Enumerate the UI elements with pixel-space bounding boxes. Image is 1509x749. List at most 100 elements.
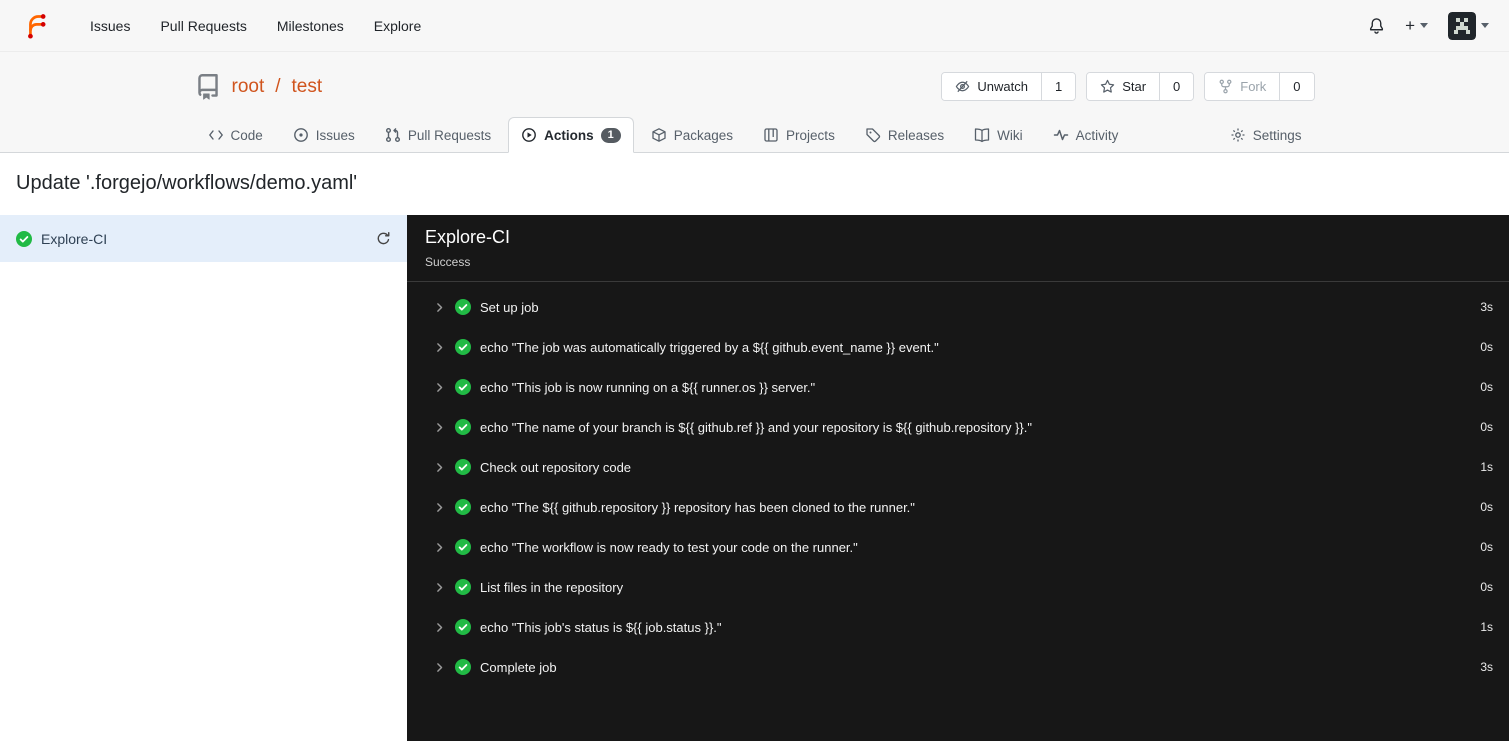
tab-settings[interactable]: Settings [1217,117,1315,153]
step-success-icon [455,299,471,315]
star-count[interactable]: 0 [1159,73,1194,100]
step-label: echo "The workflow is now ready to test … [480,539,858,555]
nav-item-explore[interactable]: Explore [359,10,436,42]
step-row[interactable]: Complete job 3s [407,647,1509,687]
repo-header: root / test Unwatch 1 Star 0 Fork 0 Code… [0,52,1509,153]
code-icon [208,130,223,140]
bell-icon [1370,18,1384,34]
step-duration: 0s [1480,500,1493,514]
log-header: Explore-CI Success [407,215,1509,282]
actions-count-badge: 1 [600,127,621,143]
step-row[interactable]: echo "The name of your branch is ${{ git… [407,407,1509,447]
forgejo-logo[interactable] [14,12,57,39]
step-row[interactable]: echo "This job is now running on a ${{ r… [407,367,1509,407]
tab-pull-requests[interactable]: Pull Requests [372,117,504,153]
primary-nav: Issues Pull Requests Milestones Explore [75,10,436,42]
star-button[interactable]: Star [1087,73,1160,100]
fork-count[interactable]: 0 [1279,73,1314,100]
tab-code[interactable]: Code [195,117,276,153]
tab-label: Settings [1252,127,1302,143]
tab-projects[interactable]: Projects [750,117,848,153]
step-success-icon [455,619,471,635]
forgejo-logo-icon [28,14,46,39]
tab-activity[interactable]: Activity [1040,117,1132,153]
refresh-icon[interactable] [376,231,391,246]
star-icon [1100,79,1115,93]
steps-list: Set up job 3s echo "The job was automati… [407,282,1509,692]
chevron-right-icon [437,622,443,632]
star-label: Star [1122,79,1147,94]
step-label: Set up job [480,299,539,315]
job-item-explore-ci[interactable]: Explore-CI [0,215,407,262]
job-status: Success [425,255,471,269]
chevron-right-icon [437,302,443,312]
step-label: Complete job [480,659,557,675]
step-success-icon [455,499,471,515]
book-icon [974,128,990,143]
step-row[interactable]: echo "The job was automatically triggere… [407,327,1509,367]
notifications-button[interactable] [1368,17,1385,34]
step-row[interactable]: echo "This job's status is ${{ job.statu… [407,607,1509,647]
step-duration: 3s [1480,660,1493,674]
tab-label: Activity [1075,127,1119,143]
fork-icon [1219,79,1232,94]
tab-releases[interactable]: Releases [852,117,957,153]
chevron-right-icon [437,542,443,552]
tab-actions[interactable]: Actions 1 [508,117,634,153]
step-success-icon [455,339,471,355]
step-row[interactable]: List files in the repository 0s [407,567,1509,607]
nav-item-pull-requests[interactable]: Pull Requests [145,10,261,42]
tab-label: Pull Requests [407,127,492,143]
tab-label: Wiki [997,127,1023,143]
issue-icon [293,128,308,142]
fork-label: Fork [1240,79,1267,94]
job-name: Explore-CI [41,230,108,247]
eye-off-icon [956,80,970,93]
step-duration: 0s [1480,380,1493,394]
create-new-button[interactable]: + [1405,17,1428,34]
chevron-right-icon [437,582,443,592]
pull-request-icon [385,128,400,142]
step-duration: 1s [1480,460,1493,474]
step-label: echo "The ${{ github.repository }} repos… [480,499,915,515]
unwatch-button[interactable]: Unwatch [942,73,1041,100]
repo-owner-link[interactable]: root [232,76,265,98]
step-duration: 0s [1480,540,1493,554]
step-label: Check out repository code [480,459,632,475]
step-row[interactable]: Check out repository code 1s [407,447,1509,487]
step-row[interactable]: Set up job 3s [407,287,1509,327]
star-button-group: Star 0 [1086,72,1195,101]
user-menu-button[interactable] [1448,11,1489,40]
watch-button-group: Unwatch 1 [941,72,1077,101]
tab-issues[interactable]: Issues [280,117,368,153]
step-duration: 0s [1480,420,1493,434]
log-panel: Explore-CI Success Set up job 3s echo "T… [407,215,1509,741]
run-title: Update '.forgejo/workflows/demo.yaml' [16,172,358,194]
step-label: echo "The name of your branch is ${{ git… [480,419,1032,435]
plus-icon: + [1405,16,1415,35]
tab-label: Projects [786,127,835,143]
nav-item-issues[interactable]: Issues [75,10,145,42]
chevron-right-icon [437,382,443,392]
step-row[interactable]: echo "The workflow is now ready to test … [407,527,1509,567]
tab-label: Actions [544,127,594,143]
repo-name-link[interactable]: test [292,76,323,98]
step-label: echo "This job is now running on a ${{ r… [480,379,816,395]
chevron-right-icon [437,662,443,672]
project-board-icon [764,128,778,142]
step-row[interactable]: echo "The ${{ github.repository }} repos… [407,487,1509,527]
step-duration: 1s [1480,620,1493,634]
nav-item-milestones[interactable]: Milestones [262,10,359,42]
tab-wiki[interactable]: Wiki [961,117,1036,153]
repo-tabbar: Code Issues Pull Requests Actions 1 Pack… [195,117,1315,153]
chevron-right-icon [437,502,443,512]
top-navbar: Issues Pull Requests Milestones Explore … [0,0,1509,52]
fork-button[interactable]: Fork [1205,73,1280,100]
tab-packages[interactable]: Packages [638,117,746,153]
step-success-icon [455,539,471,555]
tab-label: Releases [887,127,945,143]
run-view: Update '.forgejo/workflows/demo.yaml' Ex… [0,153,1509,741]
job-success-icon [16,230,32,247]
watch-count[interactable]: 1 [1040,73,1076,100]
job-list: Explore-CI [0,215,407,741]
